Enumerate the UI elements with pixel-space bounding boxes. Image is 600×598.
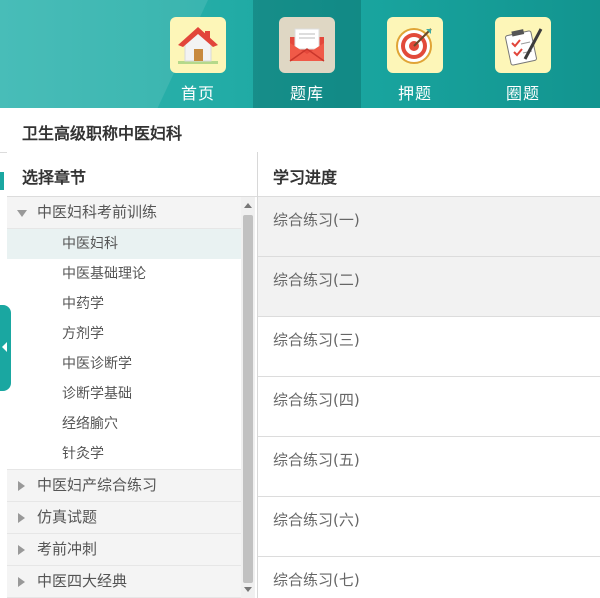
- chapter-item-label: 针灸学: [62, 446, 104, 462]
- chapter-item-label: 中医妇科: [62, 236, 118, 252]
- home-icon: [170, 17, 226, 73]
- chapter-group-comprehensive[interactable]: 中医妇产综合练习: [7, 470, 241, 502]
- nav-question-bank[interactable]: 题库: [253, 0, 361, 108]
- clipboard-icon: [495, 17, 551, 73]
- chapter-item[interactable]: 中医基础理论: [7, 259, 241, 289]
- exercise-label: 综合练习(五): [273, 451, 360, 469]
- chapter-item-selected[interactable]: 中医妇科: [7, 229, 241, 259]
- chapter-tree: 中医妇科考前训练 中医妇科 中医基础理论 中药学 方剂学 中医诊断学 诊断学基础…: [7, 197, 241, 598]
- chapter-item[interactable]: 方剂学: [7, 319, 241, 349]
- chapter-group-simulation[interactable]: 仿真试题: [7, 502, 241, 534]
- sidebar-collapse-tab[interactable]: [0, 305, 11, 391]
- nav-home[interactable]: 首页: [144, 0, 252, 108]
- progress-panel-title: 学习进度: [273, 168, 338, 187]
- chapter-panel: 选择章节 中医妇科考前训练 中医妇科 中医基础理论 中药学 方剂学 中医诊断学 …: [7, 152, 258, 598]
- progress-panel-header: 学习进度: [258, 152, 600, 197]
- caret-right-icon: [18, 481, 25, 491]
- chapter-item-label: 诊断学基础: [62, 386, 132, 402]
- caret-right-icon: [18, 513, 25, 523]
- exercise-label: 综合练习(一): [273, 211, 360, 229]
- chapter-item[interactable]: 中医诊断学: [7, 349, 241, 379]
- chapter-panel-title: 选择章节: [22, 168, 87, 187]
- progress-panel: 学习进度 综合练习(一) 综合练习(二) 综合练习(三) 综合练习(四) 综合练…: [258, 152, 600, 598]
- exercise-item[interactable]: 综合练习(二): [258, 257, 600, 317]
- chapter-item[interactable]: 诊断学基础: [7, 379, 241, 409]
- exercise-item[interactable]: 综合练习(七): [258, 557, 600, 598]
- chapter-item[interactable]: 针灸学: [7, 439, 241, 469]
- chapter-panel-header: 选择章节: [7, 152, 257, 197]
- chapter-item-label: 经络腧穴: [62, 416, 118, 432]
- caret-right-icon: [18, 577, 25, 587]
- exercise-item[interactable]: 综合练习(三): [258, 317, 600, 377]
- nav-circle-label: 圈题: [505, 84, 540, 103]
- chapter-group-sprint[interactable]: 考前冲刺: [7, 534, 241, 566]
- chapter-group-label: 中医四大经典: [37, 572, 128, 590]
- exercise-item[interactable]: 综合练习(四): [258, 377, 600, 437]
- page-title-bar: 卫生高级职称中医妇科: [0, 108, 600, 153]
- page-title: 卫生高级职称中医妇科: [22, 124, 183, 143]
- scroll-thumb[interactable]: [243, 215, 253, 583]
- nav-home-label: 首页: [180, 84, 215, 103]
- chapter-item-label: 中药学: [62, 296, 104, 312]
- exercise-item[interactable]: 综合练习(六): [258, 497, 600, 557]
- chapter-item[interactable]: 中药学: [7, 289, 241, 319]
- caret-down-icon: [17, 210, 27, 217]
- left-accent-bar: [0, 172, 4, 190]
- scroll-down-arrow-icon[interactable]: [244, 587, 252, 592]
- chapter-group-exam-training[interactable]: 中医妇科考前训练: [7, 197, 241, 229]
- exercise-item[interactable]: 综合练习(五): [258, 437, 600, 497]
- chapter-group-label: 中医妇科考前训练: [37, 203, 158, 221]
- exercise-label: 综合练习(三): [273, 331, 360, 349]
- chapter-group-label: 考前冲刺: [37, 540, 98, 558]
- caret-right-icon: [18, 545, 25, 555]
- chapter-item-label: 中医诊断学: [62, 356, 132, 372]
- exercise-list: 综合练习(一) 综合练习(二) 综合练习(三) 综合练习(四) 综合练习(五) …: [258, 197, 600, 598]
- chapter-group-label: 仿真试题: [37, 508, 98, 526]
- chapter-group-children: 中医妇科 中医基础理论 中药学 方剂学 中医诊断学 诊断学基础 经络腧穴 针灸学: [7, 229, 241, 470]
- top-nav: 首页 题库 押题 圈题: [0, 0, 600, 108]
- chapter-group-label: 中医妇产综合练习: [37, 476, 158, 494]
- nav-question-bank-label: 题库: [289, 84, 324, 103]
- nav-predict[interactable]: 押题: [361, 0, 469, 108]
- chapter-scrollbar[interactable]: [241, 197, 255, 598]
- exercise-label: 综合练习(六): [273, 511, 360, 529]
- nav-circle[interactable]: 圈题: [469, 0, 577, 108]
- exercise-label: 综合练习(七): [273, 571, 360, 589]
- exercise-item[interactable]: 综合练习(一): [258, 197, 600, 257]
- nav-predict-label: 押题: [397, 84, 432, 103]
- exercise-label: 综合练习(四): [273, 391, 360, 409]
- target-icon: [387, 17, 443, 73]
- chapter-item-label: 中医基础理论: [62, 266, 146, 282]
- envelope-icon: [279, 17, 335, 73]
- chapter-group-classics[interactable]: 中医四大经典: [7, 566, 241, 598]
- exercise-label: 综合练习(二): [273, 271, 360, 289]
- chapter-item[interactable]: 经络腧穴: [7, 409, 241, 439]
- scroll-up-arrow-icon[interactable]: [244, 203, 252, 208]
- chapter-item-label: 方剂学: [62, 326, 104, 342]
